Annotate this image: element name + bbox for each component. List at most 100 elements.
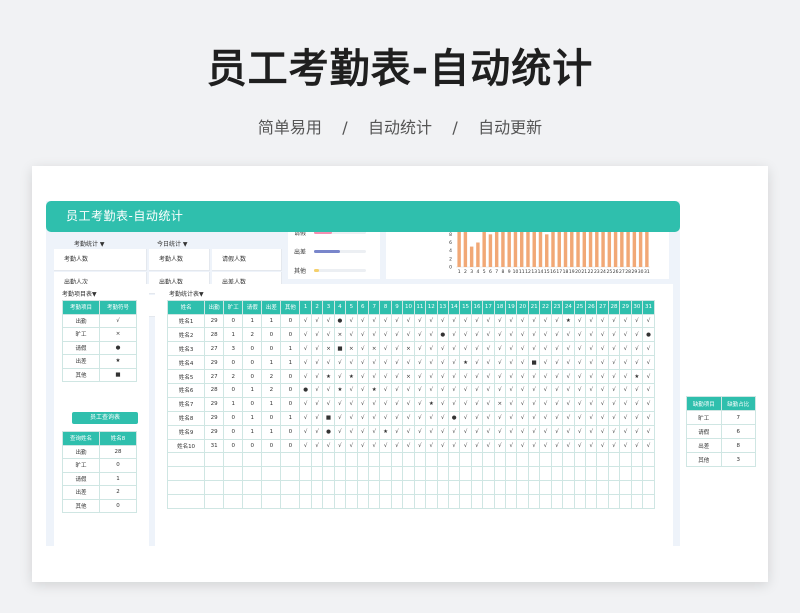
day-mark[interactable]: √	[493, 355, 507, 371]
day-mark[interactable]: √	[425, 438, 438, 454]
empty-cell[interactable]	[436, 452, 449, 468]
day-mark[interactable]: √	[299, 396, 312, 412]
empty-cell[interactable]	[584, 452, 598, 468]
day-mark[interactable]: √	[573, 410, 587, 426]
empty-cell[interactable]	[322, 480, 335, 496]
empty-cell[interactable]	[390, 494, 404, 509]
day-mark[interactable]: √	[379, 369, 392, 384]
day-mark[interactable]: √	[619, 382, 632, 398]
empty-cell[interactable]	[310, 466, 324, 482]
day-mark[interactable]: √	[505, 424, 518, 440]
day-mark[interactable]: √	[459, 313, 472, 329]
empty-cell[interactable]	[166, 452, 206, 468]
day-mark[interactable]: √	[345, 313, 358, 329]
empty-cell[interactable]	[642, 452, 655, 468]
empty-cell[interactable]	[596, 494, 609, 509]
day-mark[interactable]: √	[619, 396, 632, 412]
day-mark[interactable]: √	[459, 382, 472, 398]
empty-cell[interactable]	[550, 480, 564, 496]
day-mark[interactable]: ×	[367, 341, 381, 357]
empty-cell[interactable]	[299, 466, 312, 482]
day-mark[interactable]: √	[459, 438, 472, 454]
day-mark[interactable]: √	[470, 313, 484, 329]
empty-cell[interactable]	[390, 452, 404, 468]
day-mark[interactable]: √	[310, 438, 324, 454]
day-mark[interactable]: √	[642, 341, 655, 357]
empty-cell[interactable]	[482, 494, 495, 509]
empty-cell[interactable]	[379, 480, 392, 496]
day-mark[interactable]: √	[596, 424, 609, 440]
day-mark[interactable]: √	[596, 396, 609, 412]
day-mark[interactable]: √	[470, 369, 484, 384]
day-mark[interactable]: √	[596, 327, 609, 343]
empty-cell[interactable]	[459, 494, 472, 509]
day-mark[interactable]: √	[573, 396, 587, 412]
day-mark[interactable]: √	[505, 410, 518, 426]
empty-cell[interactable]	[505, 494, 518, 509]
day-mark[interactable]: √	[425, 355, 438, 371]
empty-cell[interactable]	[413, 452, 427, 468]
empty-cell[interactable]	[299, 494, 312, 509]
day-mark[interactable]: √	[356, 410, 370, 426]
day-mark[interactable]: √	[596, 341, 609, 357]
empty-cell[interactable]	[436, 466, 449, 482]
day-mark[interactable]: √	[505, 369, 518, 384]
day-mark[interactable]: ■	[322, 410, 335, 426]
day-mark[interactable]: √	[573, 341, 587, 357]
empty-cell[interactable]	[261, 452, 282, 468]
day-mark[interactable]: √	[642, 313, 655, 329]
day-mark[interactable]: √	[436, 382, 449, 398]
empty-cell[interactable]	[223, 452, 244, 468]
day-mark[interactable]: √	[539, 369, 552, 384]
attendance-stat-dropdown[interactable]: 考勤统计 ▼	[74, 239, 105, 248]
day-mark[interactable]: √	[584, 438, 598, 454]
day-mark[interactable]: √	[493, 410, 507, 426]
day-mark[interactable]: √	[390, 355, 404, 371]
empty-cell[interactable]	[447, 480, 461, 496]
day-mark[interactable]: √	[550, 438, 564, 454]
day-mark[interactable]: √	[584, 424, 598, 440]
empty-cell[interactable]	[425, 480, 438, 496]
day-mark[interactable]: ●	[299, 382, 312, 398]
day-mark[interactable]: √	[619, 327, 632, 343]
day-mark[interactable]: √	[539, 382, 552, 398]
day-mark[interactable]: √	[562, 369, 575, 384]
day-mark[interactable]: √	[539, 438, 552, 454]
day-mark[interactable]: √	[356, 327, 370, 343]
day-mark[interactable]: √	[562, 424, 575, 440]
day-mark[interactable]: √	[505, 313, 518, 329]
day-mark[interactable]: √	[413, 369, 427, 384]
day-mark[interactable]: √	[379, 341, 392, 357]
day-mark[interactable]: √	[573, 424, 587, 440]
day-mark[interactable]: √	[573, 327, 587, 343]
day-mark[interactable]: √	[470, 341, 484, 357]
day-mark[interactable]: √	[562, 382, 575, 398]
day-mark[interactable]: ●	[447, 410, 461, 426]
empty-cell[interactable]	[573, 480, 587, 496]
empty-cell[interactable]	[413, 494, 427, 509]
day-mark[interactable]: √	[505, 438, 518, 454]
empty-cell[interactable]	[413, 480, 427, 496]
day-mark[interactable]: √	[573, 438, 587, 454]
empty-cell[interactable]	[516, 480, 529, 496]
day-mark[interactable]: √	[619, 341, 632, 357]
day-mark[interactable]: √	[470, 355, 484, 371]
day-mark[interactable]: √	[550, 396, 564, 412]
day-mark[interactable]: √	[459, 327, 472, 343]
empty-cell[interactable]	[166, 494, 206, 509]
day-mark[interactable]: √	[367, 438, 381, 454]
day-mark[interactable]: √	[447, 369, 461, 384]
day-mark[interactable]: √	[322, 396, 335, 412]
day-mark[interactable]: √	[642, 355, 655, 371]
day-mark[interactable]: √	[527, 382, 541, 398]
empty-cell[interactable]	[345, 452, 358, 468]
empty-cell[interactable]	[619, 494, 632, 509]
day-mark[interactable]: √	[562, 410, 575, 426]
day-mark[interactable]: √	[642, 424, 655, 440]
day-mark[interactable]: √	[607, 424, 621, 440]
empty-cell[interactable]	[261, 494, 282, 509]
day-mark[interactable]: √	[482, 369, 495, 384]
empty-cell[interactable]	[402, 452, 415, 468]
empty-cell[interactable]	[550, 494, 564, 509]
day-mark[interactable]: √	[356, 341, 370, 357]
